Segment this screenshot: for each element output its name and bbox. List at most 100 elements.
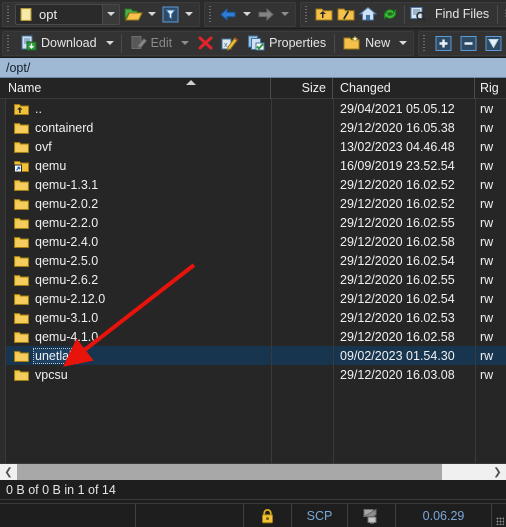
parent-folder-icon[interactable] (315, 6, 333, 22)
scrollbar-thumb[interactable] (17, 464, 442, 480)
file-changed-cell: 29/12/2020 16.02.58 (340, 329, 455, 344)
home-icon[interactable] (359, 6, 377, 22)
file-changed-cell: 29/12/2020 16.02.52 (340, 196, 455, 211)
table-row[interactable]: qemu 16/09/2019 23.52.54 rw (6, 156, 506, 175)
column-header-rights[interactable]: Rig (474, 77, 505, 99)
forward-dropdown[interactable] (281, 12, 289, 16)
filter-dropdown[interactable] (185, 12, 193, 16)
download-label: Download (41, 36, 97, 50)
column-header-size[interactable]: Size (270, 77, 332, 99)
open-folder-icon[interactable] (124, 6, 143, 23)
file-name-label: vpcsu (35, 367, 68, 382)
resize-grip[interactable] (492, 504, 506, 527)
folder-icon (14, 349, 29, 363)
table-row[interactable]: ovf 13/02/2023 04.46.48 rw (6, 137, 506, 156)
table-row[interactable]: qemu-2.12.0 29/12/2020 16.02.54 rw (6, 289, 506, 308)
remote-path-value: opt (39, 6, 58, 22)
new-dropdown[interactable] (399, 41, 408, 45)
rename-icon[interactable]: x (221, 35, 239, 51)
path-bar[interactable]: /opt/ (0, 58, 506, 78)
root-folder-icon[interactable] (337, 6, 355, 22)
toolbar-second: Download Edit x Properties New (0, 29, 506, 58)
file-rights-cell: rw (480, 291, 494, 306)
toolbar-gripper[interactable] (6, 5, 12, 23)
table-row[interactable]: qemu-2.4.0 29/12/2020 16.02.58 rw (6, 232, 506, 251)
search-icon[interactable] (409, 6, 427, 22)
filter-icon[interactable] (161, 6, 180, 23)
properties-button[interactable]: Properties (242, 32, 331, 55)
table-row[interactable]: qemu-2.2.0 29/12/2020 16.02.55 rw (6, 213, 506, 232)
status-cell-network[interactable] (348, 504, 396, 527)
file-name-cell: vpcsu (6, 368, 271, 382)
remote-path-combo[interactable]: opt (15, 3, 120, 25)
folder-icon (14, 216, 29, 230)
select-invert-icon[interactable] (484, 35, 503, 52)
column-header-name[interactable]: Name (0, 78, 270, 99)
file-list[interactable]: .. 29/04/2021 05.05.12 rw containerd 29/12/2… (6, 99, 506, 463)
file-rights-cell: rw (480, 234, 494, 249)
table-row[interactable]: unetlab 09/02/2023 01.54.30 rw (6, 346, 506, 365)
table-row[interactable]: qemu-1.3.1 29/12/2020 16.02.52 rw (6, 175, 506, 194)
file-changed-cell: 29/12/2020 16.05.38 (340, 120, 455, 135)
status-cell-blank-2 (136, 504, 244, 527)
file-name-label: .. (35, 101, 42, 116)
scrollbar-track[interactable] (17, 464, 489, 480)
find-files-button[interactable]: Find Files (430, 3, 494, 26)
column-header-changed[interactable]: Changed (332, 77, 474, 99)
download-button[interactable]: Download (15, 32, 102, 55)
folder-icon (14, 311, 29, 325)
status-cell-blank-1 (0, 504, 136, 527)
horizontal-scrollbar[interactable]: ❮ ❯ (0, 463, 506, 480)
table-row[interactable]: qemu-4.1.0 29/12/2020 16.02.58 rw (6, 327, 506, 346)
status-cell-security[interactable] (244, 504, 292, 527)
table-row[interactable]: qemu-2.0.2 29/12/2020 16.02.52 rw (6, 194, 506, 213)
toolbar-gripper-nav[interactable] (208, 5, 214, 23)
file-changed-cell: 29/04/2021 05.05.12 (340, 101, 455, 116)
file-rights-cell: rw (480, 367, 494, 382)
file-name-cell: containerd (6, 121, 271, 135)
select-minus-icon[interactable] (459, 35, 478, 52)
open-folder-dropdown[interactable] (148, 12, 156, 16)
file-name-cell: qemu-2.0.2 (6, 197, 271, 211)
forward-arrow-icon[interactable] (257, 7, 275, 22)
scroll-left-button[interactable]: ❮ (0, 464, 17, 480)
file-name-cell: qemu-2.4.0 (6, 235, 271, 249)
table-row[interactable]: qemu-2.6.2 29/12/2020 16.02.55 rw (6, 270, 506, 289)
file-rights-cell: rw (480, 101, 494, 116)
file-rights-cell: rw (480, 310, 494, 325)
toolbar-gripper-select[interactable] (422, 34, 429, 52)
file-changed-cell: 29/12/2020 16.02.55 (340, 272, 455, 287)
scroll-right-button[interactable]: ❯ (489, 464, 506, 480)
file-name-label: qemu (35, 158, 67, 173)
back-dropdown[interactable] (243, 12, 251, 16)
file-rights-cell: rw (480, 348, 494, 363)
file-name-label: qemu-2.4.0 (35, 234, 99, 249)
delete-x-icon[interactable] (197, 35, 214, 51)
refresh-icon[interactable] (381, 6, 399, 22)
file-name-cell: qemu-2.2.0 (6, 216, 271, 230)
toolbar-gripper-actions[interactable] (6, 34, 12, 52)
select-plus-icon[interactable] (434, 35, 453, 52)
file-name-cell: qemu-4.1.0 (6, 330, 271, 344)
table-row[interactable]: vpcsu 29/12/2020 16.03.08 rw (6, 365, 506, 384)
file-name-label: qemu-2.6.2 (35, 272, 99, 287)
file-rights-cell: rw (480, 196, 494, 211)
selection-status: 0 B of 0 B in 1 of 14 (0, 480, 506, 500)
edit-button[interactable]: Edit (125, 32, 178, 55)
remote-path-dropdown[interactable] (102, 4, 119, 24)
file-name-label: containerd (35, 120, 94, 135)
table-row[interactable]: containerd 29/12/2020 16.05.38 rw (6, 118, 506, 137)
toolbar-gripper-browse[interactable] (304, 5, 310, 23)
status-cell-protocol[interactable]: SCP (292, 504, 348, 527)
new-button[interactable]: New (338, 32, 395, 55)
back-arrow-icon[interactable] (219, 7, 237, 22)
file-changed-cell: 29/12/2020 16.02.55 (340, 215, 455, 230)
table-row[interactable]: qemu-2.5.0 29/12/2020 16.02.54 rw (6, 251, 506, 270)
edit-dropdown[interactable] (181, 41, 190, 45)
table-row[interactable]: .. 29/04/2021 05.05.12 rw (6, 99, 506, 118)
file-changed-cell: 13/02/2023 04.46.48 (340, 139, 455, 154)
table-row[interactable]: qemu-3.1.0 29/12/2020 16.02.53 rw (6, 308, 506, 327)
file-name-label: qemu-3.1.0 (35, 310, 99, 325)
file-rights-cell: rw (480, 120, 494, 135)
download-dropdown[interactable] (105, 41, 114, 45)
